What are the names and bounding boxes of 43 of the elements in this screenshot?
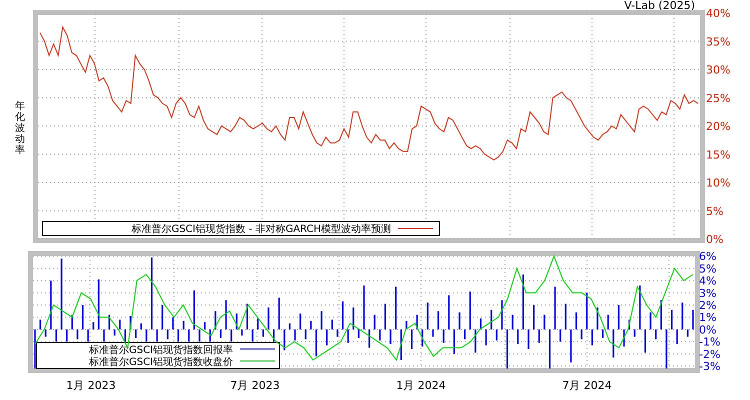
return-bar xyxy=(644,329,646,353)
y-tick-label: 15% xyxy=(706,148,730,162)
y-tick-label: 5% xyxy=(706,204,724,218)
y-tick-label: -2% xyxy=(699,348,720,361)
return-bar xyxy=(548,329,551,368)
y-tick-label: 25% xyxy=(706,92,730,105)
y-axis-title: 年化波动率 xyxy=(15,101,25,156)
y-tick-label: -3% xyxy=(699,360,720,374)
y-tick-label: 0% xyxy=(699,323,716,336)
source-label: V-Lab (2025) xyxy=(624,0,695,13)
return-bar xyxy=(177,329,180,342)
return-bar xyxy=(246,304,248,330)
y-tick-label: 20% xyxy=(706,120,730,133)
y-tick-label: 1% xyxy=(699,311,716,324)
return-bar xyxy=(384,304,386,330)
y-tick-label: 6% xyxy=(699,250,716,264)
y-tick-label: 5% xyxy=(699,262,716,276)
return-bar xyxy=(82,305,84,330)
y-tick-label: 40% xyxy=(706,7,730,20)
return-bar xyxy=(575,312,578,330)
y-tick-label: 0% xyxy=(706,233,724,246)
x-axis-label: 7月 2024 xyxy=(562,379,612,392)
y-tick-label: 3% xyxy=(699,286,716,300)
y-tick-label: 2% xyxy=(699,299,716,312)
x-axis-label: 1月 2024 xyxy=(396,379,446,392)
x-axis-label: 1月 2023 xyxy=(66,379,116,392)
y-tick-label: 35% xyxy=(706,35,730,48)
y-tick-label: 10% xyxy=(706,176,730,190)
y-tick-label: 30% xyxy=(706,64,730,76)
y-tick-label: 4% xyxy=(699,274,716,288)
return-bar xyxy=(315,329,318,356)
return-bar xyxy=(410,329,413,349)
return-bar xyxy=(342,301,344,330)
return-bar xyxy=(506,329,508,368)
legend-label: 标准普尔GSCI铝现货指数回报率 xyxy=(88,345,233,356)
return-bar xyxy=(55,329,58,342)
x-axis-label: 7月 2023 xyxy=(230,379,280,392)
legend-label: 标准普尔GSCI铝现货指数收盘价 xyxy=(88,357,233,368)
return-bar xyxy=(480,318,482,330)
return-bar xyxy=(670,310,673,330)
legend-label: 标准普尔GSCI铝现货指数 - 非对称GARCH模型波动率预测 xyxy=(131,224,391,235)
y-tick-label: -1% xyxy=(699,336,720,349)
return-bar xyxy=(220,329,222,338)
